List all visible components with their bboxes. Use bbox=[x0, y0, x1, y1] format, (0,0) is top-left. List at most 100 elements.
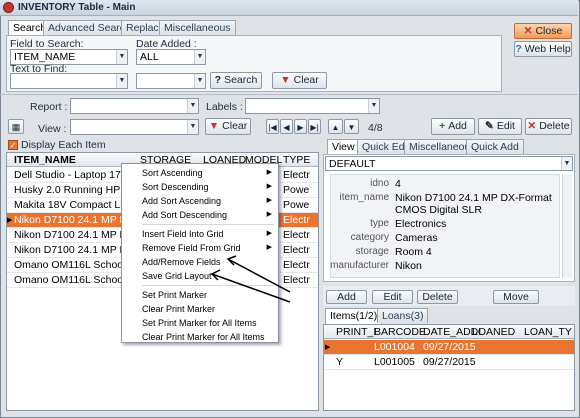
cell-item-name: Dell Studio - Laptop 17" bbox=[14, 169, 125, 181]
col-barcode[interactable]: BARCODE bbox=[374, 326, 426, 338]
arrow-up-icon: ▲ bbox=[331, 123, 340, 132]
sub-delete-button[interactable]: Delete bbox=[417, 290, 458, 304]
display-each-item-checkbox[interactable]: ✓ bbox=[8, 140, 18, 150]
tab-items[interactable]: Items(1/2) bbox=[325, 308, 383, 324]
close-button[interactable]: ✕ Close bbox=[514, 23, 572, 39]
detail-label: manufacturer bbox=[330, 260, 389, 271]
chevron-down-icon: ▼ bbox=[561, 157, 572, 170]
arrow-down-icon: ▼ bbox=[347, 123, 356, 132]
menu-item[interactable]: Set Print Marker for All Items bbox=[122, 316, 278, 330]
add-button[interactable]: + Add bbox=[431, 118, 475, 135]
cell-type: Electr bbox=[283, 229, 310, 241]
table-row[interactable]: Y L001005 09/27/2015 bbox=[324, 355, 574, 370]
tab-miscellaneous[interactable]: Miscellaneous bbox=[159, 20, 236, 35]
filter-clear-icon: ▼ bbox=[208, 120, 220, 132]
prev-record-button[interactable]: ◀ bbox=[280, 119, 293, 134]
labels-label: Labels : bbox=[206, 101, 243, 113]
cell-print: Y bbox=[336, 356, 344, 368]
details-scrollbar[interactable] bbox=[562, 174, 572, 278]
subgrid-body: ▶ L001004 09/27/2015 Y L001005 09/27/2015 bbox=[324, 340, 574, 370]
view-layout-combo[interactable]: DEFAULT ▼ bbox=[325, 156, 573, 171]
submenu-arrow-icon: ▶ bbox=[266, 211, 272, 218]
table-row[interactable]: ▶ L001004 09/27/2015 bbox=[324, 340, 574, 355]
text-to-find-input[interactable]: ▼ bbox=[10, 73, 128, 89]
window-title: INVENTORY Table - Main bbox=[18, 2, 136, 13]
sub-edit-button[interactable]: Edit bbox=[372, 290, 413, 304]
cell-type: Powe bbox=[283, 199, 310, 211]
close-icon: ✕ bbox=[523, 25, 533, 37]
web-help-button[interactable]: ? Web Help bbox=[514, 41, 572, 57]
details-list: idno 4 item_name Nikon D7100 24.1 MP DX-For… bbox=[330, 178, 570, 274]
date-range-combo[interactable]: ▼ bbox=[136, 73, 206, 89]
submenu-arrow-icon: ▶ bbox=[266, 183, 272, 190]
search-button[interactable]: ? Search bbox=[210, 72, 262, 89]
detail-row: manufacturer Nikon bbox=[330, 260, 570, 272]
sub-move-button[interactable]: Move bbox=[493, 290, 539, 304]
tab-quick-add[interactable]: Quick Add bbox=[466, 139, 524, 154]
menu-item[interactable]: Insert Field Into Grid ▶ bbox=[122, 227, 278, 241]
col-loan-type[interactable]: LOAN_TY bbox=[524, 326, 572, 338]
next-record-button[interactable]: ▶ bbox=[294, 119, 307, 134]
cell-item-name: Nikon D7100 24.1 MP DX- bbox=[14, 229, 138, 241]
delete-button[interactable]: ✕ Delete bbox=[525, 118, 572, 135]
cell-type: Electr bbox=[283, 169, 310, 181]
tab-loans[interactable]: Loans(3) bbox=[377, 308, 429, 323]
detail-value[interactable]: Room 4 bbox=[395, 246, 555, 258]
last-record-button[interactable]: ▶| bbox=[308, 119, 321, 134]
menu-item[interactable]: Clear Print Marker for All Items bbox=[122, 330, 278, 344]
detail-value[interactable]: 4 bbox=[395, 178, 555, 190]
labels-combo[interactable]: ▼ bbox=[245, 98, 380, 114]
detail-label: category bbox=[350, 232, 389, 243]
detail-label: idno bbox=[370, 178, 389, 189]
grid-layout-button[interactable]: ▦ bbox=[8, 119, 24, 134]
detail-label: storage bbox=[355, 246, 389, 257]
sub-add-button[interactable]: Add bbox=[326, 290, 367, 304]
clear-search-button[interactable]: ▼ Clear bbox=[272, 72, 327, 89]
menu-item[interactable]: Add Sort Ascending ▶ bbox=[122, 194, 278, 208]
detail-row: storage Room 4 bbox=[330, 246, 570, 258]
menu-separator bbox=[142, 224, 274, 225]
view-combo[interactable]: ▼ bbox=[70, 119, 199, 135]
menu-item[interactable]: Sort Ascending ▶ bbox=[122, 166, 278, 180]
title-bar: INVENTORY Table - Main bbox=[0, 0, 578, 16]
report-label: Report : bbox=[30, 101, 68, 113]
col-print[interactable]: PRINT_I bbox=[336, 326, 376, 338]
tab-view[interactable]: View bbox=[327, 139, 360, 155]
chevron-down-icon: ▼ bbox=[116, 50, 127, 64]
chevron-down-icon: ▼ bbox=[187, 99, 198, 113]
menu-item[interactable]: Add Sort Descending ▶ bbox=[122, 208, 278, 222]
clear-view-button[interactable]: ▼ Clear bbox=[205, 118, 251, 135]
view-label: View : bbox=[38, 123, 67, 135]
subitems-grid[interactable]: PRINT_I BARCODE DATE_ADDI LOANED LOAN_TY… bbox=[323, 324, 575, 411]
edit-button[interactable]: ✎ Edit bbox=[478, 118, 522, 135]
cell-barcode: L001005 bbox=[374, 356, 415, 368]
col-loaned[interactable]: LOANED bbox=[472, 326, 515, 338]
report-combo[interactable]: ▼ bbox=[70, 98, 199, 114]
record-position: 4/8 bbox=[368, 122, 383, 134]
first-icon: |◀ bbox=[268, 123, 277, 132]
cell-type: Electr bbox=[283, 214, 310, 226]
move-down-button[interactable]: ▼ bbox=[344, 119, 359, 134]
detail-row: item_name Nikon D7100 24.1 MP DX-Format C… bbox=[330, 192, 570, 216]
menu-item[interactable]: Sort Descending ▶ bbox=[122, 180, 278, 194]
subgrid-header: PRINT_I BARCODE DATE_ADDI LOANED LOAN_TY bbox=[324, 325, 574, 339]
cell-item-name: Husky 2.0 Running HP 30 bbox=[14, 184, 135, 196]
cell-barcode: L001004 bbox=[374, 341, 415, 353]
row-pointer-icon: ▶ bbox=[7, 217, 13, 224]
chevron-down-icon: ▼ bbox=[194, 50, 205, 64]
first-record-button[interactable]: |◀ bbox=[266, 119, 279, 134]
detail-value[interactable]: Nikon D7100 24.1 MP DX-Format CMOS Digit… bbox=[395, 192, 555, 216]
submenu-arrow-icon: ▶ bbox=[266, 169, 272, 176]
detail-value[interactable]: Nikon bbox=[395, 260, 555, 272]
detail-value[interactable]: Cameras bbox=[395, 232, 555, 244]
cell-item-name: Nikon D7100 24.1 MP DX- bbox=[14, 244, 138, 256]
date-added-combo[interactable]: ALL ▼ bbox=[136, 49, 206, 65]
col-item-name[interactable]: ITEM_NAME bbox=[14, 154, 76, 166]
cell-type: Powe bbox=[283, 184, 310, 196]
move-up-button[interactable]: ▲ bbox=[328, 119, 343, 134]
col-type[interactable]: TYPE bbox=[283, 154, 310, 166]
row-pointer-icon: ▶ bbox=[325, 344, 331, 351]
add-icon: + bbox=[439, 120, 446, 132]
detail-value[interactable]: Electronics bbox=[395, 218, 555, 230]
submenu-arrow-icon: ▶ bbox=[266, 197, 272, 204]
